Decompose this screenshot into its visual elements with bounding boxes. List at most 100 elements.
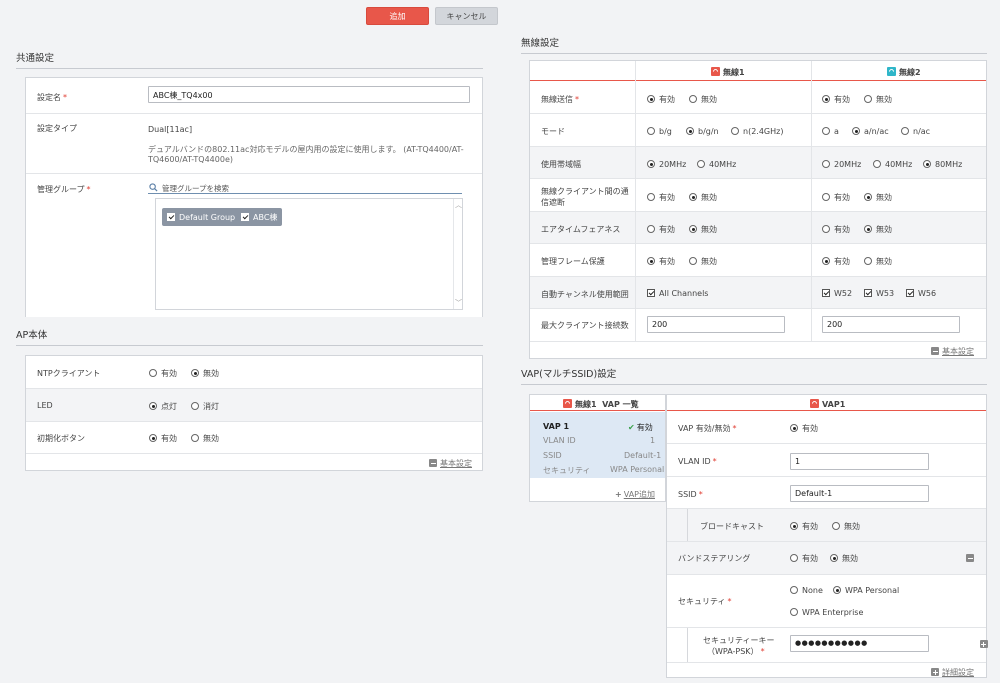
- security-label: セキュリティ *: [678, 597, 732, 606]
- expand-icon[interactable]: [979, 640, 988, 648]
- add-button[interactable]: 追加: [366, 7, 429, 25]
- reset-disable-radio[interactable]: 無効: [191, 433, 219, 444]
- r1-transmit-off[interactable]: 無効: [689, 94, 717, 105]
- r2-mode-a[interactable]: a: [822, 127, 839, 136]
- plus-icon: +: [615, 490, 622, 499]
- ap-basic-settings-link[interactable]: 基本設定: [429, 458, 472, 469]
- security-wpa-enterprise-radio[interactable]: WPA Enterprise: [790, 608, 863, 617]
- row-divider: [530, 308, 986, 309]
- vap-item-security-label: セキュリティ: [543, 466, 591, 475]
- setting-name-input[interactable]: ABC棟_TQ4x00: [148, 86, 470, 103]
- r1-airtime-on[interactable]: 有効: [647, 224, 675, 235]
- group-list-scrollbar[interactable]: ︿ ﹀: [453, 199, 462, 309]
- r2-mfp-on[interactable]: 有効: [822, 256, 850, 267]
- search-icon: [149, 183, 158, 192]
- vap-enable-radio[interactable]: 有効: [790, 423, 818, 434]
- setting-name-label: 設定名 *: [37, 93, 67, 102]
- r2-mode-nac[interactable]: n/ac: [901, 127, 930, 136]
- group-list-box[interactable]: Default Group ABC棟 ︿ ﹀: [155, 198, 463, 310]
- row-divider: [530, 341, 986, 342]
- band-steering-off-radio[interactable]: 無効: [830, 553, 858, 564]
- group-chip-default[interactable]: Default Group: [162, 208, 241, 226]
- r2-isolation-off[interactable]: 無効: [864, 192, 892, 203]
- band-steering-on-radio[interactable]: 有効: [790, 553, 818, 564]
- r2-mode-anac[interactable]: a/n/ac: [852, 127, 889, 136]
- ntp-enable-radio[interactable]: 有効: [149, 368, 177, 379]
- collapse-icon[interactable]: [966, 554, 974, 562]
- wireless-basic-settings-link[interactable]: 基本設定: [931, 346, 974, 357]
- wireless-settings-panel: 無線1 無線2 無線送信 * 有効 無効 有効 無効 モード b/g b/g/n …: [529, 60, 987, 359]
- radio2-header: 無線2: [887, 67, 921, 78]
- r2-bw-80[interactable]: 80MHz: [923, 160, 962, 169]
- reset-enable-radio[interactable]: 有効: [149, 433, 177, 444]
- row-divider: [667, 443, 986, 444]
- vap-item-ssid-label: SSID: [543, 451, 562, 460]
- r1-bw-20[interactable]: 20MHz: [647, 160, 686, 169]
- r2-w53-checkbox[interactable]: W53: [864, 289, 894, 298]
- r1-mode-bg[interactable]: b/g: [647, 127, 672, 136]
- setting-type-label: 設定タイプ: [37, 124, 77, 133]
- broadcast-label: ブロードキャスト: [700, 522, 764, 531]
- r2-max-clients-input[interactable]: 200: [822, 316, 960, 333]
- chevron-down-icon[interactable]: ﹀: [455, 298, 462, 308]
- row-divider: [667, 574, 986, 575]
- security-none-radio[interactable]: None: [790, 586, 823, 595]
- broadcast-on-radio[interactable]: 有効: [790, 521, 818, 532]
- search-underline: [148, 193, 462, 194]
- vap-settings-divider: [521, 384, 987, 385]
- setting-type-description-2: TQ4600/AT-TQ4400e): [148, 155, 233, 164]
- vap-ssid-input[interactable]: Default-1: [790, 485, 929, 502]
- r2-airtime-on[interactable]: 有効: [822, 224, 850, 235]
- r2-w56-checkbox[interactable]: W56: [906, 289, 936, 298]
- vap-enable-label: VAP 有効/無効 *: [678, 424, 737, 433]
- group-chip-abc[interactable]: ABC棟: [236, 208, 283, 226]
- column-divider: [635, 211, 636, 243]
- cancel-button[interactable]: キャンセル: [435, 7, 498, 25]
- client-isolation-label: 無線クライアント間の通 信遮断: [541, 187, 629, 207]
- r1-transmit-on[interactable]: 有効: [647, 94, 675, 105]
- r1-bw-40[interactable]: 40MHz: [697, 160, 736, 169]
- r2-mfp-off[interactable]: 無効: [864, 256, 892, 267]
- led-on-radio[interactable]: 点灯: [149, 401, 177, 412]
- setting-type-value: Dual[11ac]: [148, 125, 193, 134]
- common-settings-panel: 設定名 * ABC棟_TQ4x00 設定タイプ Dual[11ac] デュアルバン…: [25, 77, 483, 317]
- r2-airtime-off[interactable]: 無効: [864, 224, 892, 235]
- broadcast-off-radio[interactable]: 無効: [832, 521, 860, 532]
- column-divider: [811, 146, 812, 178]
- r1-airtime-off[interactable]: 無効: [689, 224, 717, 235]
- led-off-radio[interactable]: 消灯: [191, 401, 219, 412]
- chevron-up-icon[interactable]: ︿: [455, 200, 462, 210]
- vap-settings-title: VAP(マルチSSID)設定: [521, 369, 617, 380]
- radio1-header: 無線1: [711, 67, 745, 78]
- r2-bw-20[interactable]: 20MHz: [822, 160, 861, 169]
- vap-detail-header: VAP1: [667, 395, 986, 411]
- vap-add-link[interactable]: + VAP追加: [615, 489, 655, 500]
- r1-mode-bgn[interactable]: b/g/n: [686, 127, 719, 136]
- vap-vlan-input[interactable]: 1: [790, 453, 929, 470]
- security-wpa-personal-radio[interactable]: WPA Personal: [833, 586, 899, 595]
- r1-max-clients-input[interactable]: 200: [647, 316, 785, 333]
- r1-all-channels-checkbox[interactable]: All Channels: [647, 289, 708, 298]
- row-divider: [26, 113, 482, 114]
- vap-list-item[interactable]: VAP 1 ✔ 有効 VLAN ID 1 SSID Default-1 セキュリテ…: [530, 412, 665, 478]
- collapse-icon: [429, 459, 437, 467]
- r2-bw-40[interactable]: 40MHz: [873, 160, 912, 169]
- vap-item-security-value: WPA Personal: [610, 465, 665, 474]
- r1-isolation-on[interactable]: 有効: [647, 192, 675, 203]
- ntp-disable-radio[interactable]: 無効: [191, 368, 219, 379]
- collapse-icon: [931, 347, 939, 355]
- r1-mfp-off[interactable]: 無効: [689, 256, 717, 267]
- led-row-bg: [26, 389, 482, 421]
- r2-isolation-on[interactable]: 有効: [822, 192, 850, 203]
- vap-detail-settings-link[interactable]: 詳細設定: [931, 667, 974, 678]
- wifi-icon: [810, 399, 819, 408]
- group-checkbox-icon: [241, 213, 249, 221]
- security-key-input[interactable]: ●●●●●●●●●●●: [790, 635, 929, 652]
- r1-isolation-off[interactable]: 無効: [689, 192, 717, 203]
- r1-mfp-on[interactable]: 有効: [647, 256, 675, 267]
- wireless-settings-title: 無線設定: [521, 38, 560, 49]
- r2-w52-checkbox[interactable]: W52: [822, 289, 852, 298]
- r1-mode-n24[interactable]: n(2.4GHz): [731, 127, 783, 136]
- r2-transmit-off[interactable]: 無効: [864, 94, 892, 105]
- r2-transmit-on[interactable]: 有効: [822, 94, 850, 105]
